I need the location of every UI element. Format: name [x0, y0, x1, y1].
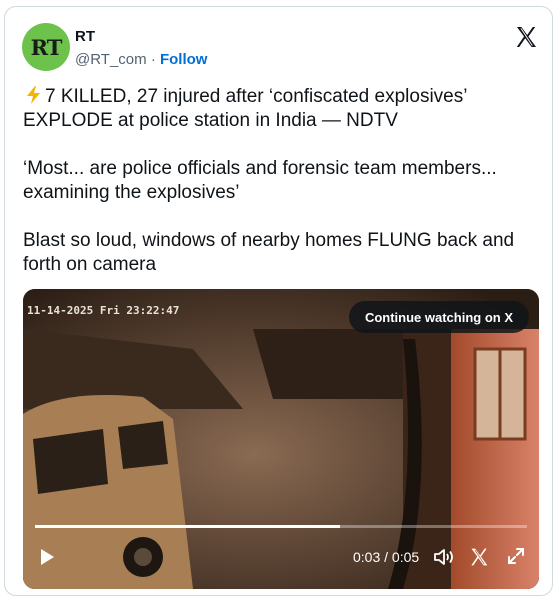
video-player[interactable]: 11-14-2025 Fri 23:22:47 Continue watchin… — [23, 289, 539, 589]
play-icon[interactable] — [37, 547, 57, 567]
avatar-logo-text: RT — [30, 34, 63, 60]
avatar[interactable]: RT — [22, 23, 70, 71]
account-handle[interactable]: @RT_com — [75, 51, 147, 68]
time-separator: / — [384, 549, 389, 565]
tweet-text: 7 KILLED, 27 injured after ‘confiscated … — [23, 85, 538, 301]
volume-icon[interactable] — [433, 547, 455, 567]
follow-button[interactable]: Follow — [160, 51, 208, 68]
progress-bar[interactable] — [35, 525, 527, 528]
time-display: 0:03 / 0:05 — [353, 549, 419, 565]
handle-row: @RT_com · Follow — [75, 51, 207, 68]
tweet-line-1: 7 KILLED, 27 injured after ‘confiscated … — [23, 86, 467, 131]
lightning-icon — [27, 86, 40, 104]
fullscreen-icon[interactable] — [506, 546, 526, 566]
video-timestamp-overlay: 11-14-2025 Fri 23:22:47 — [27, 304, 180, 317]
separator-dot: · — [150, 51, 156, 68]
video-frame — [23, 289, 539, 589]
tweet-paragraph-2: ‘Most... are police officials and forens… — [23, 158, 497, 203]
progress-fill — [35, 525, 341, 528]
current-time: 0:03 — [353, 549, 381, 565]
tweet-card: RT RT @RT_com · Follow 7 KILLED, 27 inju… — [4, 6, 553, 596]
continue-watching-button[interactable]: Continue watching on X — [348, 301, 529, 333]
tweet-paragraph-3: Blast so loud, windows of nearby homes F… — [23, 230, 515, 275]
duration: 0:05 — [391, 549, 420, 565]
account-name[interactable]: RT — [75, 28, 95, 45]
tweet-paragraph-1: 7 KILLED, 27 injured after ‘confiscated … — [23, 85, 538, 133]
x-logo-icon[interactable] — [514, 25, 538, 49]
x-logo-small-icon[interactable] — [469, 547, 489, 567]
